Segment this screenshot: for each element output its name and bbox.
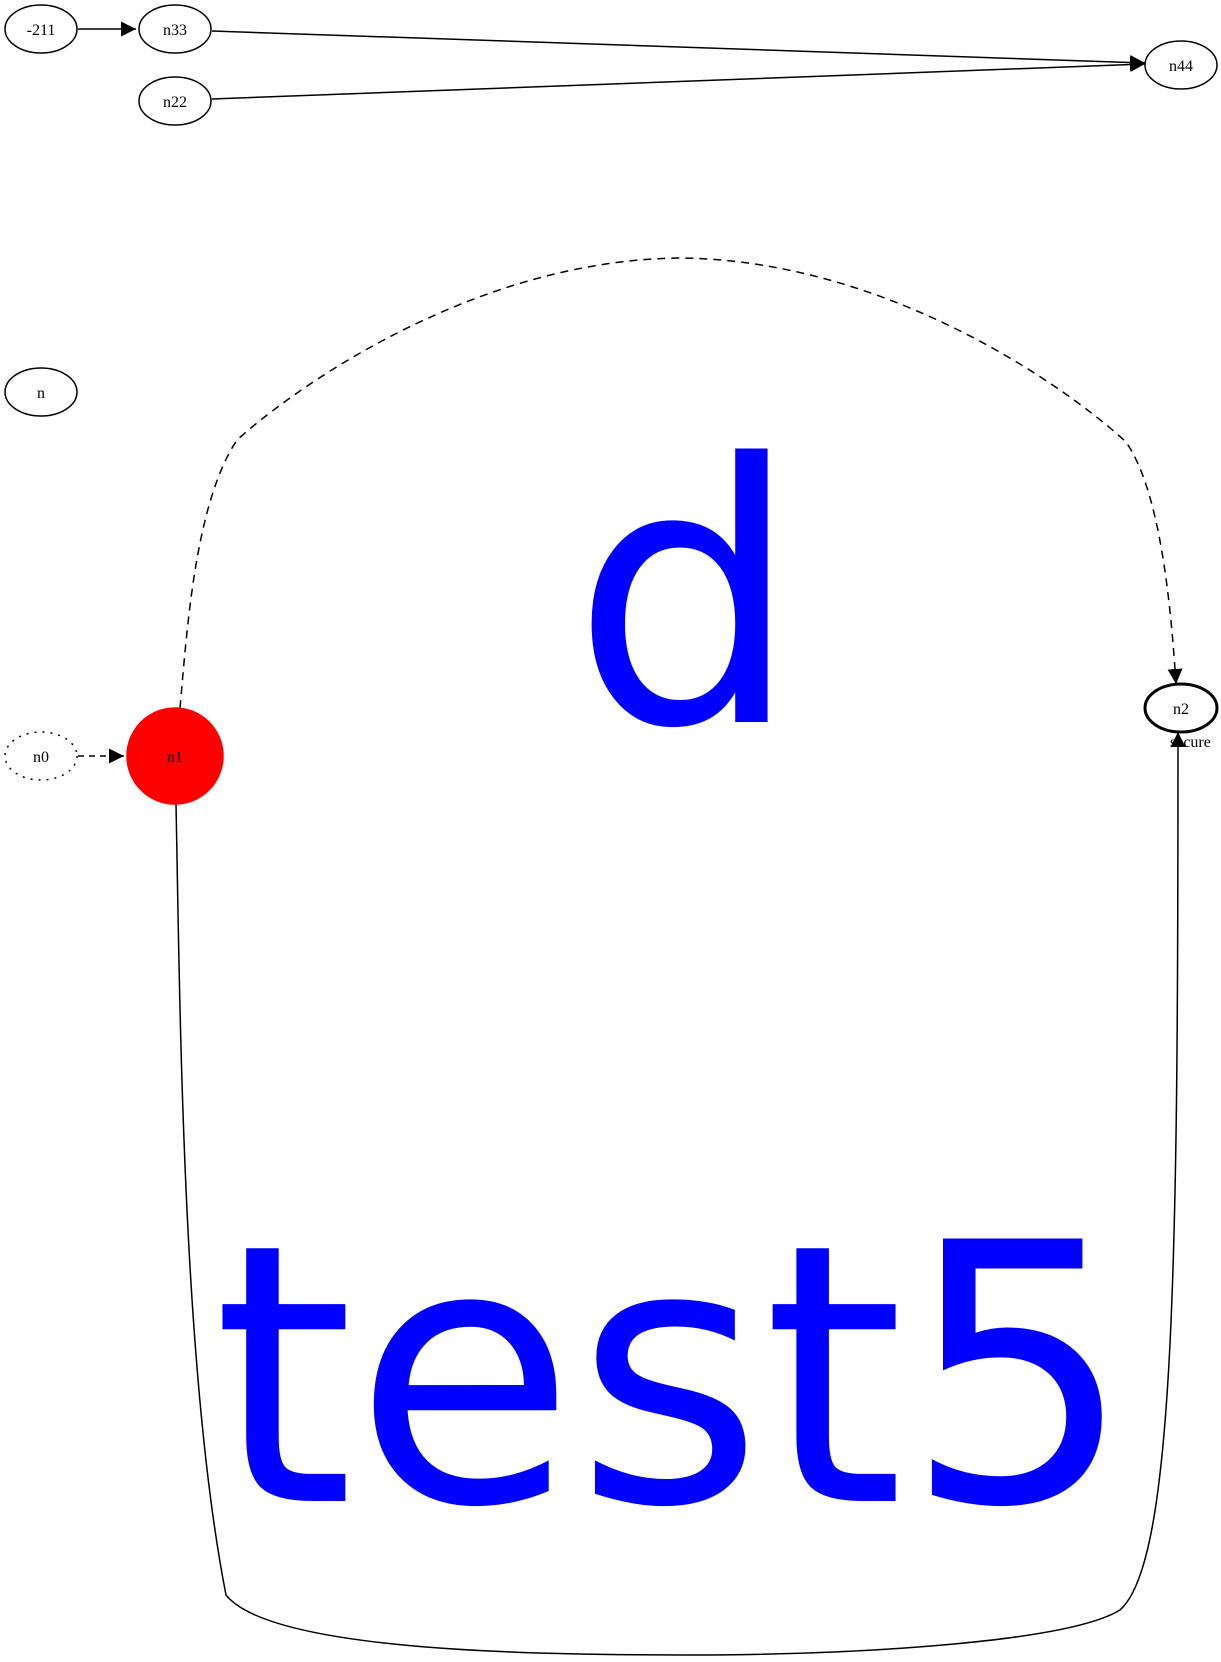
node-n2: n2	[1143, 682, 1219, 734]
node-n33: n33	[138, 4, 212, 54]
big-label-test5: test5	[213, 1167, 1133, 1586]
node-n: n	[4, 367, 78, 417]
node-label-n2: n2	[1173, 701, 1189, 718]
graph-canvas: secure -211 n33 n22 n44 n n0 n1 n2 d tes…	[4, 4, 1219, 1656]
node-label-n0: n0	[33, 749, 49, 766]
node-n44: n44	[1144, 40, 1218, 90]
node--211: -211	[4, 4, 78, 54]
big-label-d: d	[572, 388, 801, 807]
node-n0: n0	[4, 731, 78, 781]
node-label-n44: n44	[1169, 58, 1193, 75]
node-label-n1: n1	[167, 749, 183, 766]
node-label--211: -211	[27, 22, 56, 39]
edge-n33-to-n44	[211, 30, 1146, 70]
node-label-n22: n22	[163, 94, 187, 111]
node-label-n33: n33	[163, 22, 187, 39]
edge-n22-to-n44	[211, 57, 1146, 100]
edge-label-secure: secure	[1170, 734, 1211, 751]
node-n22: n22	[138, 76, 212, 126]
node-label-n: n	[37, 385, 45, 402]
node-n1: n1	[126, 707, 224, 805]
